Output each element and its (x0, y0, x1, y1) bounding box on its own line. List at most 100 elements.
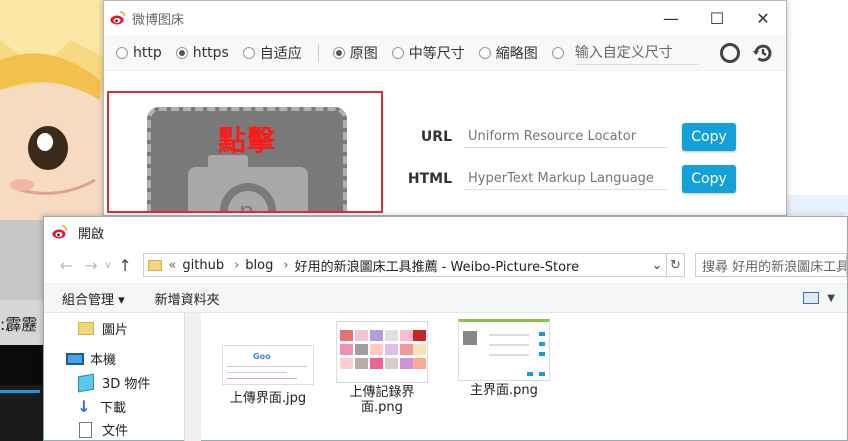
radio-https[interactable]: https (175, 44, 229, 61)
file-item[interactable]: Goo 上傳界面.jpg (218, 345, 318, 406)
minimize-icon: — (663, 8, 679, 28)
dialog-title: 開啟 (78, 226, 105, 242)
navigation-scrollbar[interactable] (184, 313, 201, 441)
custom-size-input[interactable]: 输入自定义尺寸 (574, 40, 699, 65)
radio-indicator (332, 46, 345, 59)
chevron-down-icon[interactable]: ▼ (827, 293, 835, 304)
radio-indicator (116, 46, 128, 59)
radio-label: http (133, 44, 162, 61)
file-item[interactable]: 主界面.png (454, 319, 554, 398)
weibo-logo-icon (52, 225, 68, 239)
file-name: 主界面.png (470, 383, 538, 398)
radio-adaptive[interactable]: 自适应 (242, 43, 302, 63)
up-arrow-icon[interactable]: ↑ (113, 256, 138, 275)
main-content: 點擊 n URL Uniform Resource Locator Copy H… (104, 71, 786, 217)
download-icon: ↓ (77, 397, 91, 416)
folder-icon (148, 259, 163, 271)
upload-dropzone[interactable]: 點擊 n (107, 91, 383, 213)
open-file-dialog: 開啟 ← → ∨ ↑ « github › blog › 好用的新浪圖床工具推薦… (43, 216, 848, 441)
minimize-button[interactable]: — (648, 1, 694, 35)
radio-thumbnail-size[interactable]: 縮略图 (478, 43, 538, 63)
upload-click-label: 點擊 (217, 124, 276, 157)
html-row: HTML HyperText Markup Language Copy (404, 165, 736, 193)
weibo-picture-store-window: 微博图床 — ☐ ✕ http https 自适应 原图 中等尺寸 縮略图 输入… (103, 0, 787, 216)
nav-item-documents[interactable]: 文件 (79, 420, 128, 439)
close-icon: ✕ (756, 8, 770, 28)
nav-item-pictures[interactable]: 圖片 (78, 319, 128, 338)
radio-label: https (192, 44, 229, 61)
file-name: 上傳界面.jpg (229, 391, 307, 406)
nav-item-label: 3D 物件 (102, 377, 151, 392)
address-bar[interactable]: « github › blog › 好用的新浪圖床工具推薦 - Weibo-Pi… (143, 253, 667, 277)
chevron-right-icon[interactable]: › (234, 258, 239, 273)
maximize-button[interactable]: ☐ (694, 1, 740, 35)
history-icon[interactable] (752, 42, 774, 64)
new-folder-button[interactable]: 新增資料夾 (155, 289, 220, 308)
nav-item-3d-objects[interactable]: 3D 物件 (78, 373, 150, 392)
radio-indicator (175, 46, 188, 59)
toolbar-divider (317, 43, 319, 62)
dialog-body: 圖片 本機 3D 物件 ↓ 下載 文件 Goo 上傳界面.jpg 上傳記錄界面.… (44, 313, 847, 441)
window-title: 微博图床 (132, 12, 185, 28)
radio-http[interactable]: http (116, 45, 162, 61)
url-label: URL (420, 129, 452, 145)
radio-label: 原图 (349, 45, 378, 62)
svg-text:n: n (239, 197, 254, 213)
folder-icon (78, 322, 94, 335)
html-label: HTML (407, 171, 452, 187)
weibo-logo-icon (110, 11, 126, 25)
radio-indicator (551, 46, 564, 59)
recent-dropdown-icon[interactable]: ∨ (103, 260, 112, 271)
radio-medium-size[interactable]: 中等尺寸 (391, 43, 465, 63)
nav-item-downloads[interactable]: ↓ 下載 (76, 397, 126, 416)
file-thumbnail (336, 321, 428, 383)
nav-item-label: 圖片 (102, 323, 129, 338)
breadcrumb-overflow[interactable]: « (168, 258, 176, 273)
dialog-navigation-bar: ← → ∨ ↑ « github › blog › 好用的新浪圖床工具推薦 - … (44, 247, 848, 283)
radio-label: 中等尺寸 (408, 45, 465, 62)
computer-icon (66, 352, 84, 365)
view-options-icon[interactable] (803, 292, 820, 304)
url-row: URL Uniform Resource Locator Copy (404, 123, 736, 151)
breadcrumb-item[interactable]: 好用的新浪圖床工具推薦 - Weibo-Picture-Store (295, 256, 580, 275)
navigation-pane: 圖片 本機 3D 物件 ↓ 下載 文件 (44, 313, 200, 441)
forward-arrow-icon[interactable]: → (79, 256, 104, 275)
search-input[interactable]: 搜尋 好用的新浪圖床工具 (694, 253, 848, 277)
html-field[interactable]: HyperText Markup Language (464, 168, 668, 190)
background-window-edge (787, 0, 848, 215)
file-thumbnail: Goo (222, 345, 314, 385)
file-thumbnail (458, 319, 550, 381)
close-button[interactable]: ✕ (740, 1, 786, 35)
chevron-right-icon[interactable]: › (283, 258, 288, 273)
radio-indicator (478, 46, 491, 59)
upload-placeholder: 點擊 n (147, 107, 347, 213)
status-ring-icon[interactable] (720, 42, 740, 63)
radio-indicator (391, 46, 404, 59)
dialog-title-bar: 開啟 (44, 217, 847, 247)
camera-icon: n (188, 155, 308, 213)
organize-menu[interactable]: 組合管理 ▾ (62, 289, 125, 308)
copy-html-button[interactable]: Copy (682, 165, 736, 193)
breadcrumb-item[interactable]: github (182, 258, 224, 273)
radio-label: 縮略图 (495, 45, 538, 62)
nav-item-label: 下載 (100, 401, 127, 416)
radio-original-size[interactable]: 原图 (332, 43, 378, 63)
file-list: Goo 上傳界面.jpg 上傳記錄界面.png 主界面.png (214, 313, 847, 441)
radio-label: 自适应 (259, 45, 302, 62)
copy-url-button[interactable]: Copy (682, 123, 736, 151)
file-item[interactable]: 上傳記錄界面.png (332, 321, 432, 415)
nav-item-label: 文件 (102, 424, 129, 439)
chevron-down-icon[interactable]: ⌄ (648, 258, 666, 273)
options-toolbar: http https 自适应 原图 中等尺寸 縮略图 输入自定义尺寸 (104, 35, 786, 71)
url-field[interactable]: Uniform Resource Locator (464, 126, 668, 148)
back-arrow-icon[interactable]: ← (54, 256, 79, 275)
radio-indicator (242, 46, 255, 59)
breadcrumb-item[interactable]: blog (245, 258, 273, 273)
radio-custom-size[interactable] (551, 46, 569, 59)
refresh-icon[interactable]: ↻ (665, 253, 685, 277)
command-bar: 組合管理 ▾ 新增資料夾 ▼ (44, 283, 847, 313)
nav-item-this-pc[interactable]: 本機 (66, 349, 116, 368)
3d-objects-icon (78, 373, 94, 392)
svg-text::霹靂: :霹靂 (0, 315, 37, 334)
file-name: 上傳記錄界面.png (349, 385, 415, 415)
